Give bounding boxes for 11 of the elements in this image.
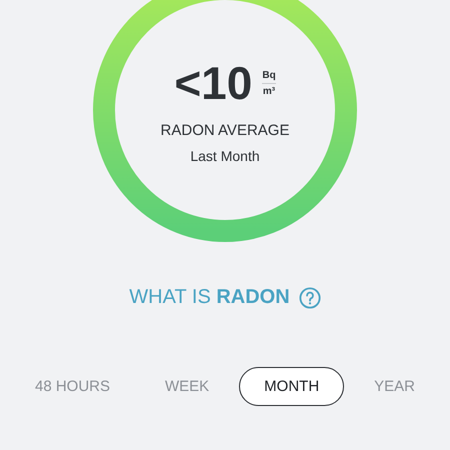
period-tab[interactable]: MONTH xyxy=(239,367,344,406)
help-icon[interactable] xyxy=(298,286,321,308)
period-tab[interactable]: 48 HOURS xyxy=(10,367,136,406)
period-tab[interactable]: YEAR xyxy=(349,367,440,406)
period-tab[interactable]: WEEK xyxy=(140,367,234,406)
what-is-radon-link[interactable]: WHAT IS RADON xyxy=(129,286,290,309)
unit-numerator: Bq xyxy=(262,70,276,84)
unit-denominator: m³ xyxy=(262,84,276,96)
radon-value: <10 xyxy=(174,60,252,106)
period-label: Last Month xyxy=(190,148,260,164)
radon-average-label: RADON AVERAGE xyxy=(160,122,290,139)
